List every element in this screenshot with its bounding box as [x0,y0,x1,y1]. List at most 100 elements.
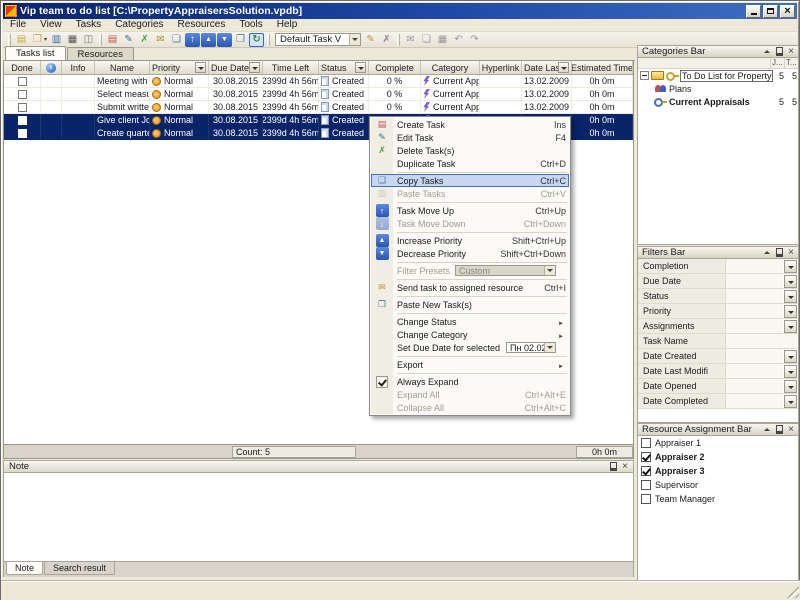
close-icon[interactable] [786,425,796,435]
context-menu-item[interactable]: Increase Priority Shift+Ctrl+Up [371,234,569,247]
done-cell[interactable] [4,127,41,139]
filter-dropdown-icon[interactable] [355,62,366,73]
task-type-combobox[interactable]: Default Task V [275,33,361,46]
print-icon[interactable] [65,33,80,47]
column-header-info-flag[interactable] [41,61,62,74]
close-icon[interactable] [786,47,796,57]
column-header-name[interactable]: Name [95,61,150,74]
save-icon[interactable] [49,33,64,47]
resource-checkbox[interactable] [641,494,651,504]
new-icon[interactable] [14,33,29,47]
context-menu-item[interactable]: Change Status [371,315,569,328]
filter-value[interactable] [726,334,798,348]
toolbar-handle[interactable] [267,34,270,46]
filter-value[interactable] [726,364,783,378]
category-node-current-appraisals[interactable]: Current Appraisals 5 5 [638,95,798,108]
minimize-button[interactable] [746,5,761,18]
done-cell[interactable] [4,114,41,126]
done-checkbox[interactable] [18,90,27,99]
delete-task-icon[interactable] [137,33,152,47]
filter-dropdown-icon[interactable] [784,320,797,333]
context-menu-item[interactable]: Edit Task F4 [371,131,569,144]
column-header-complete[interactable]: Complete [369,61,421,74]
filter-dropdown-icon[interactable] [195,62,206,73]
context-menu-item[interactable]: Paste New Task(s) [371,298,569,311]
copy-tasks-icon[interactable] [169,33,184,47]
paste-new-task-icon[interactable] [233,33,248,47]
filter-value[interactable] [726,274,783,288]
menu-bar-item[interactable]: View [33,19,69,31]
resource-item[interactable]: Appraiser 1 [638,436,798,450]
filter-value[interactable] [726,289,783,303]
filter-dropdown-icon[interactable] [784,380,797,393]
category-node-root[interactable]: To Do List for Property Appraiser 5 5 [638,69,798,82]
filter-dropdown-icon[interactable] [784,365,797,378]
resource-checkbox[interactable] [641,438,651,448]
context-menu-item[interactable]: Task Move Down Ctrl+Down [371,217,569,230]
filter-dropdown-icon[interactable] [784,275,797,288]
increase-priority-icon[interactable] [201,33,216,47]
menu-bar-item[interactable]: Tasks [69,19,109,31]
view-tab[interactable]: Tasks list [5,46,66,60]
done-checkbox[interactable] [18,77,27,86]
combo-dropdown-icon[interactable] [544,343,555,352]
context-menu-item[interactable]: Collapse All Ctrl+Alt+C [371,401,569,414]
edit-task-type-icon[interactable] [363,33,378,47]
pin-icon[interactable] [774,425,784,435]
menu-bar-item[interactable]: Tools [232,19,269,31]
context-menu-item[interactable]: Delete Task(s) [371,144,569,157]
task-row[interactable]: Meeting with Normal 30.08.2015 2399d 4h … [4,75,633,88]
menu-bar-item[interactable]: Resources [171,19,233,31]
done-cell[interactable] [4,88,41,100]
column-header-info[interactable]: Info [62,61,95,74]
refresh-icon[interactable] [249,33,264,47]
done-cell[interactable] [4,101,41,113]
delete-task-type-icon[interactable] [379,33,394,47]
rollup-icon[interactable] [762,248,772,258]
rollup-icon[interactable] [762,425,772,435]
context-menu-item[interactable]: Always Expand [371,375,569,388]
category-node-plans[interactable]: Plans [638,82,798,95]
context-menu-item[interactable]: Decrease Priority Shift+Ctrl+Down [371,247,569,260]
done-checkbox[interactable] [18,103,27,112]
view-tab[interactable]: Resources [67,47,134,60]
toolbar-handle[interactable] [8,34,11,46]
pin-icon[interactable] [774,248,784,258]
filter-value[interactable] [726,319,783,333]
toolbar-handle[interactable] [99,34,102,46]
column-header-due-date[interactable]: Due Date&Tim [209,61,263,74]
menu-inline-combo[interactable]: Пн 02.02.2009 [506,342,556,353]
combo-dropdown-icon[interactable] [349,34,360,45]
open-icon[interactable] [30,33,45,47]
filter-value[interactable] [726,304,783,318]
filter-dropdown-icon[interactable] [784,350,797,363]
context-menu-item[interactable]: Export [371,358,569,371]
note-content[interactable] [3,473,634,562]
filter-dropdown-icon[interactable] [784,260,797,273]
categories-column-2[interactable]: T... [784,58,798,68]
task-row[interactable]: Submit written Normal 30.08.2015 2399d 4… [4,101,633,114]
context-menu-item[interactable]: Paste Tasks Ctrl+V [371,187,569,200]
column-header-date-modified[interactable]: Date Last Mo [522,61,572,74]
pin-icon[interactable] [608,462,618,472]
context-menu-item[interactable]: Create Task Ins [371,118,569,131]
menu-bar-item[interactable]: Categories [108,19,170,31]
filter-value[interactable] [726,394,783,408]
filter-dropdown-icon[interactable] [558,62,569,73]
context-menu-item[interactable]: Task Move Up Ctrl+Up [371,204,569,217]
context-menu-item[interactable]: Expand All Ctrl+Alt+E [371,388,569,401]
context-menu-item[interactable]: Duplicate Task Ctrl+D [371,157,569,170]
decrease-priority-icon[interactable] [217,33,232,47]
context-menu-item[interactable]: Copy Tasks Ctrl+C [371,174,569,187]
filter-dropdown-icon[interactable] [249,62,260,73]
print-preview-icon[interactable] [81,33,96,47]
filter-dropdown-icon[interactable] [784,290,797,303]
resource-item[interactable]: Appraiser 3 [638,464,798,478]
task-move-up-icon[interactable] [185,33,200,47]
filter-dropdown-icon[interactable] [784,305,797,318]
context-menu-item[interactable]: Set Due Date for selected tasks Пн 02.02… [371,341,569,354]
filter-value[interactable] [726,349,783,363]
filter-dropdown-icon[interactable] [784,395,797,408]
context-menu-item[interactable]: Send task to assigned resource Ctrl+I [371,281,569,294]
close-button[interactable] [780,5,795,18]
